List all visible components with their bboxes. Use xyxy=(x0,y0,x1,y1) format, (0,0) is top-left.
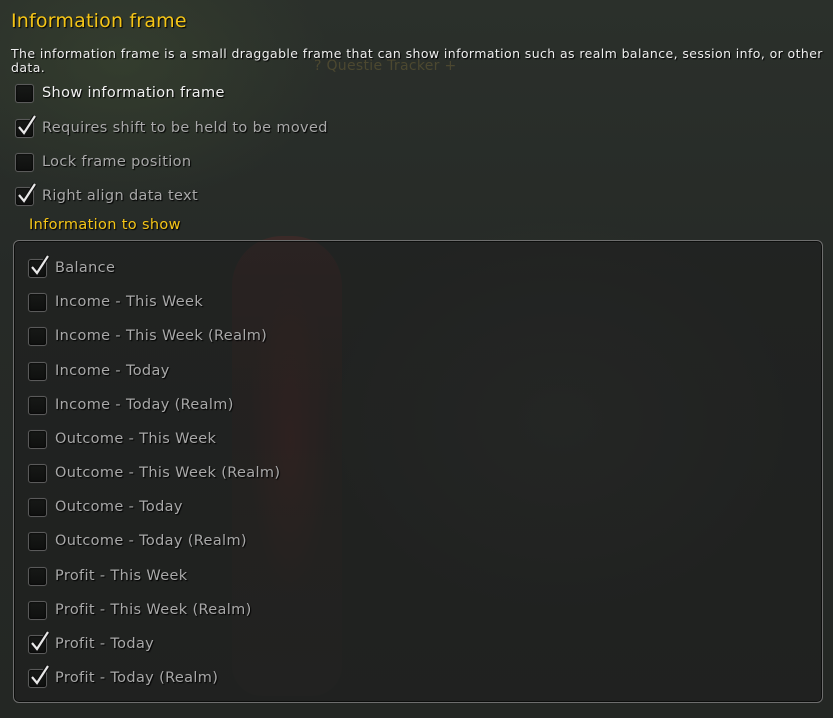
checkbox[interactable] xyxy=(28,326,47,346)
checkmark-icon xyxy=(30,254,50,276)
info-item-income-today-realm[interactable]: Income - Today (Realm) xyxy=(28,394,234,416)
checkmark-icon xyxy=(30,630,50,652)
option-label: Right align data text xyxy=(42,188,198,204)
option-show-information-frame[interactable]: Show information frame xyxy=(15,82,225,104)
checkbox[interactable] xyxy=(28,361,47,381)
checkbox[interactable] xyxy=(28,429,47,449)
checkbox[interactable] xyxy=(28,664,50,688)
checkbox[interactable] xyxy=(15,114,37,138)
info-item-profit-this-week[interactable]: Profit - This Week xyxy=(28,565,188,587)
info-item-income-this-week-realm[interactable]: Income - This Week (Realm) xyxy=(28,325,267,347)
checkbox[interactable] xyxy=(28,395,47,415)
option-right-align-data-text[interactable]: Right align data text xyxy=(15,182,198,207)
info-item-label: Profit - Today (Realm) xyxy=(55,670,219,686)
info-item-label: Profit - Today xyxy=(55,636,155,652)
option-requires-shift[interactable]: Requires shift to be held to be moved xyxy=(15,114,328,139)
checkmark-icon xyxy=(17,114,37,136)
page-title: Information frame xyxy=(11,10,187,32)
information-to-show-heading: Information to show xyxy=(29,217,181,233)
info-item-income-this-week[interactable]: Income - This Week xyxy=(28,291,203,313)
info-item-outcome-this-week[interactable]: Outcome - This Week xyxy=(28,428,216,450)
info-item-label: Income - This Week xyxy=(55,294,204,310)
checkmark-icon xyxy=(17,182,37,204)
info-item-outcome-today[interactable]: Outcome - Today xyxy=(28,496,183,518)
option-label: Requires shift to be held to be moved xyxy=(42,120,328,136)
info-item-label: Outcome - This Week xyxy=(55,431,217,447)
checkbox[interactable] xyxy=(15,152,34,172)
checkbox[interactable] xyxy=(28,254,50,278)
checkbox[interactable] xyxy=(28,292,47,312)
info-item-outcome-today-realm[interactable]: Outcome - Today (Realm) xyxy=(28,530,247,552)
info-item-label: Income - Today (Realm) xyxy=(55,397,234,413)
info-item-profit-this-week-realm[interactable]: Profit - This Week (Realm) xyxy=(28,599,252,621)
info-item-label: Income - This Week (Realm) xyxy=(55,328,268,344)
checkbox[interactable] xyxy=(28,531,47,551)
checkmark-icon xyxy=(30,664,50,686)
info-item-profit-today[interactable]: Profit - Today xyxy=(28,630,155,655)
info-item-label: Profit - This Week xyxy=(55,568,188,584)
checkbox[interactable] xyxy=(28,497,47,517)
option-lock-frame-position[interactable]: Lock frame position xyxy=(15,151,191,173)
checkbox[interactable] xyxy=(28,600,47,620)
checkbox[interactable] xyxy=(28,566,47,586)
checkbox[interactable] xyxy=(28,463,47,483)
checkbox[interactable] xyxy=(15,182,37,206)
info-item-income-today[interactable]: Income - Today xyxy=(28,360,170,382)
info-item-profit-today-realm[interactable]: Profit - Today (Realm) xyxy=(28,664,219,689)
info-item-label: Profit - This Week (Realm) xyxy=(55,602,252,618)
info-item-balance[interactable]: Balance xyxy=(28,254,116,279)
info-item-label: Income - Today xyxy=(55,363,170,379)
info-item-label: Outcome - Today (Realm) xyxy=(55,533,247,549)
info-item-label: Balance xyxy=(55,260,116,276)
page-description: The information frame is a small draggab… xyxy=(11,46,823,75)
info-item-label: Outcome - This Week (Realm) xyxy=(55,465,281,481)
option-label: Show information frame xyxy=(42,85,225,101)
info-item-label: Outcome - Today xyxy=(55,499,183,515)
checkbox[interactable] xyxy=(28,630,50,654)
info-item-outcome-this-week-realm[interactable]: Outcome - This Week (Realm) xyxy=(28,462,280,484)
checkbox[interactable] xyxy=(15,83,34,103)
option-label: Lock frame position xyxy=(42,154,192,170)
